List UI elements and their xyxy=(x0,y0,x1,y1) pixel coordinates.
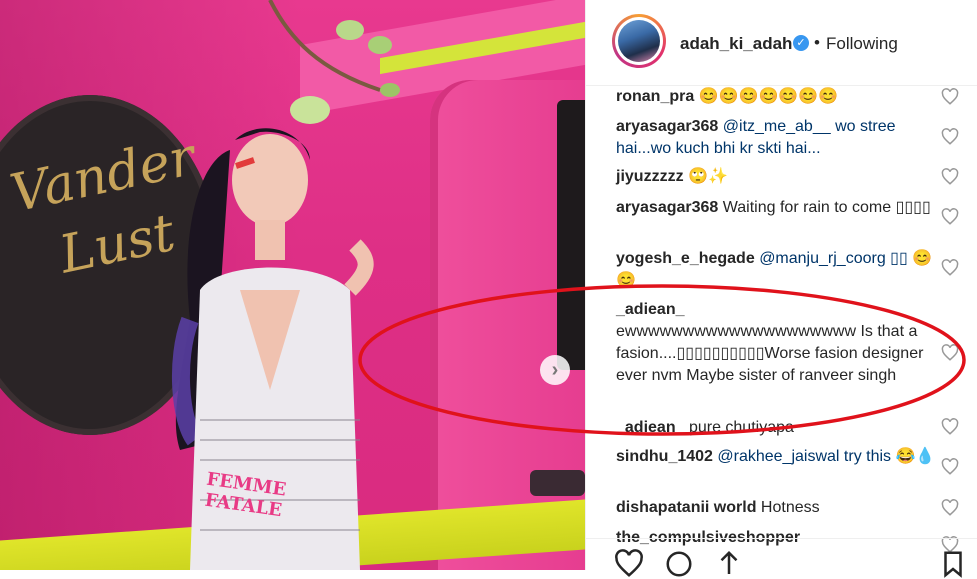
verified-badge-icon: ✓ xyxy=(793,35,809,51)
heart-outline-icon[interactable] xyxy=(614,549,644,579)
comment: aryasagar368 Waiting for rain to come ▯▯… xyxy=(616,197,936,219)
avatar-image xyxy=(618,20,660,62)
heart-icon[interactable] xyxy=(941,168,959,186)
comment-icon[interactable] xyxy=(664,549,694,579)
comment-text: Waiting for rain to come ▯▯▯▯ xyxy=(722,199,931,216)
following-button[interactable]: Following xyxy=(826,34,898,54)
author-username[interactable]: adah_ki_adah xyxy=(680,34,792,54)
heart-icon[interactable] xyxy=(941,128,959,146)
comment: sindhu_1402 @rakhee_jaiswal try this 😂💧 xyxy=(616,446,936,468)
bookmark-icon[interactable] xyxy=(938,549,968,579)
separator-dot: • xyxy=(814,33,820,52)
comment-username[interactable]: yogesh_e_hegade xyxy=(616,250,755,267)
annotation-ellipse xyxy=(358,284,966,436)
avatar-ring xyxy=(615,17,663,65)
post-header: adah_ki_adah ✓ • Following xyxy=(586,0,977,86)
comment-username[interactable]: ronan_pra xyxy=(616,88,694,105)
action-bar xyxy=(586,538,977,578)
heart-icon[interactable] xyxy=(941,208,959,226)
comment-username[interactable]: aryasagar368 xyxy=(616,118,718,135)
comment-text: 🙄✨ xyxy=(688,168,728,185)
avatar[interactable] xyxy=(612,14,666,68)
comment-username[interactable]: jiyuzzzzz xyxy=(616,168,684,185)
heart-icon[interactable] xyxy=(941,259,959,277)
comment: dishapatanii world Hotness xyxy=(616,497,936,519)
comment: ronan_pra 😊😊😊😊😊😊😊 xyxy=(616,86,936,108)
comment-text: @rakhee_jaiswal try this 😂💧 xyxy=(717,448,936,465)
comment: jiyuzzzzz 🙄✨ xyxy=(616,166,936,188)
comment-text: 😊😊😊😊😊😊😊 xyxy=(698,88,839,105)
comment-username[interactable]: aryasagar368 xyxy=(616,199,718,216)
tree-branch xyxy=(268,0,400,124)
share-icon[interactable] xyxy=(714,549,744,579)
heart-icon[interactable] xyxy=(941,458,959,476)
comment-text: Hotness xyxy=(760,499,820,516)
comment: aryasagar368 @itz_me_ab__ wo stree hai..… xyxy=(616,116,936,160)
heart-icon[interactable] xyxy=(941,499,959,517)
door-handle xyxy=(530,470,585,496)
heart-icon[interactable] xyxy=(941,88,959,106)
comment-username[interactable]: sindhu_1402 xyxy=(616,448,713,465)
comment-username[interactable]: dishapatanii world xyxy=(616,499,756,516)
